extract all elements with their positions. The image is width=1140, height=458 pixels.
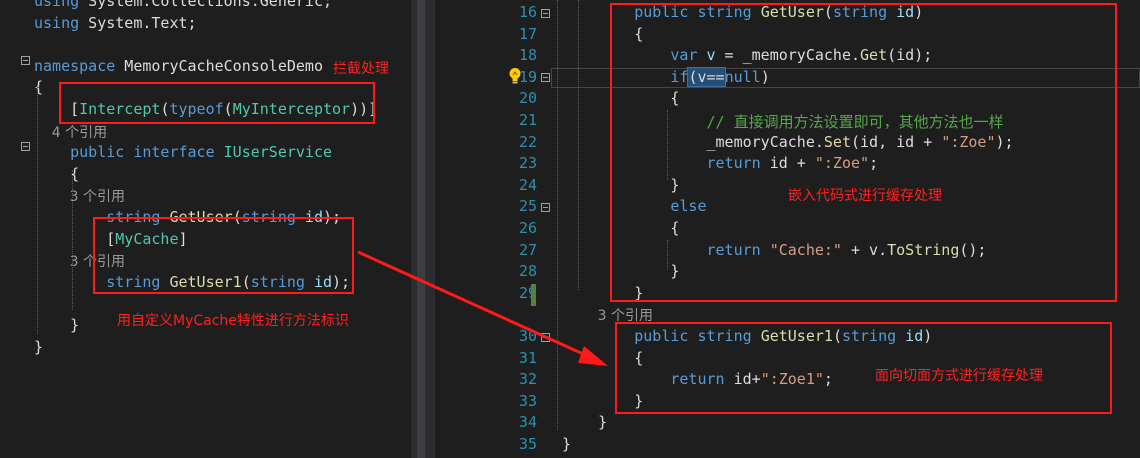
mycache-highlight-box [93, 217, 354, 294]
code-line[interactable]: } [562, 413, 607, 431]
guide-line [557, 0, 559, 430]
code-token: using [34, 13, 80, 32]
fold-getuser-icon[interactable] [541, 9, 550, 18]
annotation-embedded: 嵌入代码式进行缓存处理 [788, 188, 942, 204]
code-line[interactable]: } [562, 435, 571, 453]
line-number: 23 [518, 154, 537, 173]
fold-getuser1-icon[interactable] [541, 333, 550, 342]
line-number: 24 [518, 175, 537, 194]
pane-splitter[interactable] [411, 0, 435, 458]
annotation-aspect: 面向切面方式进行缓存处理 [875, 368, 1043, 384]
intercept-highlight-box [59, 82, 375, 124]
line-number: 21 [518, 111, 537, 129]
code-token: 3 个引用 [34, 189, 125, 206]
change-indicator-bar [531, 284, 536, 306]
line-number: 33 [518, 391, 537, 410]
code-token: using [34, 0, 80, 10]
code-token: } [562, 413, 608, 432]
line-number: 25 [518, 197, 537, 216]
code-token: MemoryCacheConsoleDemo [115, 56, 323, 75]
line-number: 22 [518, 132, 537, 151]
line-number: 30 [518, 327, 537, 345]
getuser-highlight-box [610, 3, 1117, 302]
annotation-mycache: 用自定义MyCache特性进行方法标识 [117, 313, 349, 329]
line-number: 35 [518, 435, 537, 453]
code-line[interactable]: 4 个引用 [34, 122, 107, 142]
code-line[interactable]: 3 个引用 [34, 186, 125, 206]
splitter-bar[interactable] [417, 0, 425, 458]
line-number: 34 [518, 413, 537, 432]
left-editor-pane[interactable]: using System.Collections.Generic; using S… [0, 0, 411, 458]
line-number: 32 [518, 370, 537, 389]
guide-line [72, 170, 74, 310]
line-number: 31 [518, 348, 537, 367]
code-line[interactable]: public interface IUserService [34, 143, 332, 161]
code-token: } [562, 435, 572, 453]
line-number: 16 [518, 3, 537, 21]
line-number: 28 [518, 262, 537, 281]
line-number: 29 [518, 283, 537, 302]
annotation-intercept: 拦截处理 [333, 61, 389, 77]
code-token: System.Collections.Generic; [79, 0, 333, 10]
fold-namespace-icon[interactable] [21, 56, 30, 65]
code-line[interactable]: } [34, 338, 43, 356]
fold-if-icon[interactable] [541, 73, 550, 82]
line-number: 19 [518, 67, 537, 86]
code-line[interactable]: } [34, 316, 79, 334]
line-number: 18 [518, 46, 537, 65]
fold-else-icon[interactable] [541, 203, 550, 212]
code-token: System.Text; [79, 13, 197, 32]
guide-line [37, 84, 39, 334]
code-token: IUserService [223, 143, 333, 162]
lightbulb-icon[interactable] [508, 67, 522, 85]
right-editor-pane[interactable]: 16 17 18 19 20 21 22 23 24 25 26 27 28 29 30 31 32 33 34 35… [435, 0, 1140, 458]
line-number: 17 [518, 24, 537, 43]
code-token: } [34, 337, 44, 356]
code-line[interactable]: namespace MemoryCacheConsoleDemo [34, 57, 323, 75]
code-line[interactable]: using System.Collections.Generic; [34, 0, 332, 10]
fold-interface-icon[interactable] [21, 142, 30, 151]
code-line[interactable]: using System.Text; [34, 14, 197, 32]
line-number: 27 [518, 240, 537, 259]
line-number: 26 [518, 219, 537, 237]
guide-line [578, 0, 580, 290]
code-token: } [34, 316, 80, 334]
code-token: namespace [34, 56, 116, 75]
code-token: public interface [34, 143, 224, 162]
code-token: 4 个引用 [34, 124, 108, 141]
line-number: 20 [518, 89, 537, 108]
